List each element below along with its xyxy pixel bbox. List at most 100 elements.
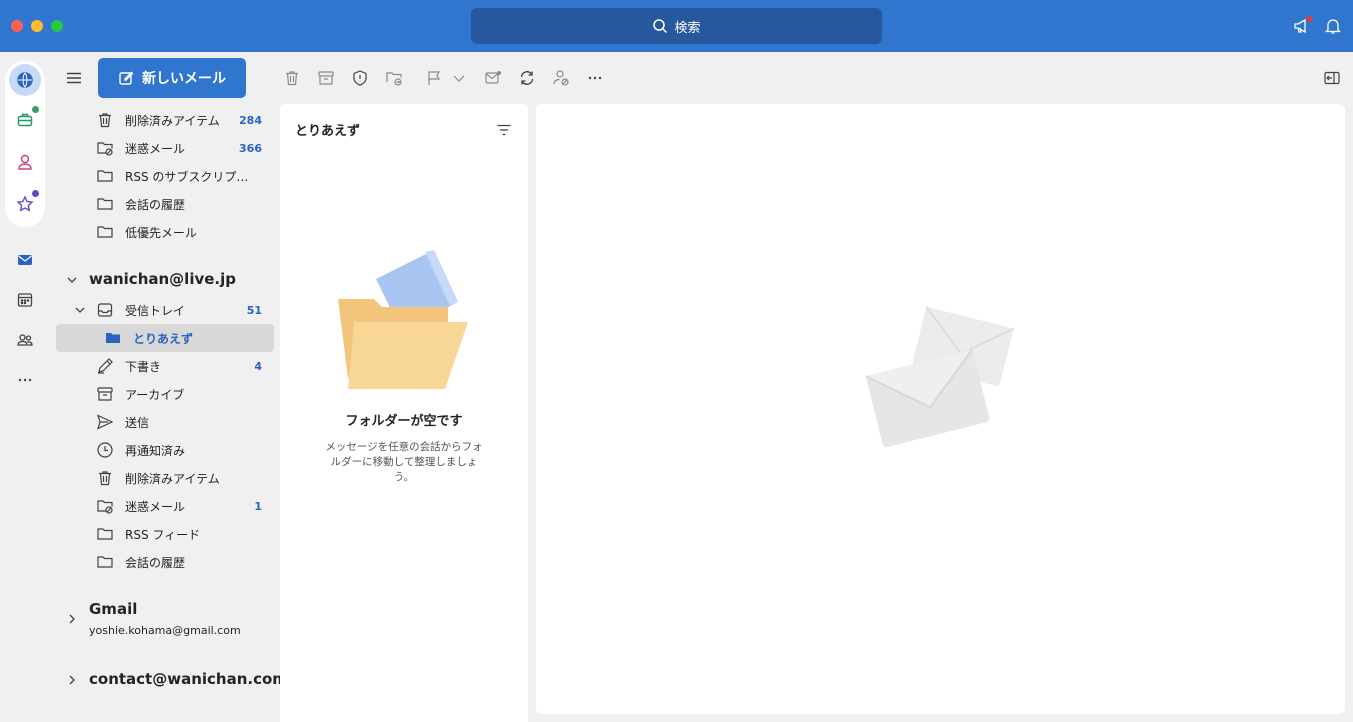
person-icon[interactable] bbox=[9, 146, 41, 178]
folder-label: 会話の履歴 bbox=[125, 197, 186, 212]
folder-item-conversation-history[interactable]: 会話の履歴 bbox=[56, 190, 274, 218]
search-placeholder: 検索 bbox=[674, 20, 701, 36]
zoom-window-button[interactable] bbox=[51, 20, 63, 32]
account-header-live[interactable]: wanichan@live.jp bbox=[56, 270, 274, 292]
folder-item-snoozed[interactable]: 再通知済み bbox=[56, 436, 274, 464]
clock-icon bbox=[96, 441, 114, 459]
unread-count: 1 bbox=[254, 499, 262, 513]
empty-folder-illustration bbox=[338, 250, 468, 389]
new-mail-button[interactable]: 新しいメール bbox=[98, 58, 246, 98]
message-list-pane: とりあえず フォルダーが空です メッセージを任意の会話からフォルダーに移動して整… bbox=[280, 104, 528, 722]
account-name: Gmail bbox=[89, 600, 138, 618]
notification-dot bbox=[1306, 16, 1312, 22]
folder-label: 削除済みアイテム bbox=[125, 113, 220, 128]
minimize-window-button[interactable] bbox=[31, 20, 43, 32]
people-icon[interactable] bbox=[9, 324, 41, 356]
folder-label: 再通知済み bbox=[125, 443, 186, 458]
empty-state-title: フォルダーが空です bbox=[345, 414, 463, 429]
mail-icon[interactable] bbox=[9, 244, 41, 276]
delete-icon[interactable] bbox=[282, 68, 302, 88]
chevron-right-icon bbox=[69, 675, 75, 685]
chevron-right-icon bbox=[69, 614, 75, 624]
account-header-gmail[interactable]: Gmail yoshie.kohama@gmail.com bbox=[56, 598, 274, 642]
status-dot bbox=[32, 190, 39, 197]
star-icon[interactable] bbox=[9, 188, 41, 220]
envelopes-illustration bbox=[865, 306, 1015, 447]
folder-label: 迷惑メール bbox=[125, 141, 186, 156]
folder-label: 削除済みアイテム bbox=[125, 471, 220, 486]
folder-item-toriaezu[interactable]: とりあえず bbox=[56, 324, 274, 352]
sync-icon[interactable] bbox=[517, 68, 537, 88]
folder-icon bbox=[96, 553, 114, 571]
inbox-icon bbox=[96, 301, 114, 319]
move-to-folder-icon[interactable] bbox=[384, 68, 404, 88]
app-rail bbox=[0, 52, 50, 722]
folder-item-deleted[interactable]: 削除済みアイテム bbox=[56, 464, 274, 492]
compose-icon bbox=[119, 71, 134, 85]
folder-icon bbox=[104, 329, 122, 347]
unread-count: 4 bbox=[254, 359, 262, 373]
folder-item-conversation-history[interactable]: 会話の履歴 bbox=[56, 548, 274, 576]
junk-folder-icon bbox=[96, 497, 114, 515]
unread-count: 51 bbox=[246, 303, 262, 317]
folder-item-drafts[interactable]: 下書き 4 bbox=[56, 352, 274, 380]
reading-pane bbox=[536, 104, 1345, 714]
briefcase-icon[interactable] bbox=[9, 104, 41, 136]
folder-item-rss-subscriptions[interactable]: RSS のサブスクリプション bbox=[56, 162, 274, 190]
archive-icon bbox=[96, 385, 114, 403]
junk-folder-icon bbox=[96, 139, 114, 157]
folder-pane: 新しいメール 削除済みアイテム 284 迷惑メール 366 RSS のサブスクリ… bbox=[50, 52, 280, 722]
more-options-icon[interactable] bbox=[585, 68, 605, 88]
unread-count: 284 bbox=[239, 113, 262, 127]
folder-label: 低優先メール bbox=[125, 225, 198, 240]
hamburger-menu-icon[interactable] bbox=[64, 68, 84, 88]
account-email: yoshie.kohama@gmail.com bbox=[89, 624, 241, 637]
folder-item-rss-feed[interactable]: RSS フィード bbox=[56, 520, 274, 548]
chevron-down-icon bbox=[67, 277, 77, 283]
collapse-pane-icon[interactable] bbox=[1322, 68, 1342, 88]
title-bar: 検索 bbox=[0, 0, 1353, 52]
send-icon bbox=[96, 413, 114, 431]
block-sender-icon[interactable] bbox=[551, 68, 571, 88]
folder-label: 下書き bbox=[125, 359, 162, 374]
folder-item-archive[interactable]: アーカイブ bbox=[56, 380, 274, 408]
filter-icon[interactable] bbox=[496, 122, 512, 138]
folder-item-deleted[interactable]: 削除済みアイテム 284 bbox=[56, 106, 274, 134]
flag-icon[interactable] bbox=[424, 68, 444, 88]
search-bar[interactable]: 検索 bbox=[471, 8, 882, 44]
globe-icon[interactable] bbox=[9, 64, 41, 96]
folder-label: アーカイブ bbox=[125, 387, 185, 402]
new-mail-label: 新しいメール bbox=[142, 71, 226, 87]
folder-item-low-priority[interactable]: 低優先メール bbox=[56, 218, 274, 246]
mark-unread-icon[interactable] bbox=[483, 68, 503, 88]
folder-label: RSS フィード bbox=[125, 527, 201, 542]
drafts-icon bbox=[96, 357, 114, 375]
search-icon bbox=[653, 19, 668, 34]
folder-item-inbox[interactable]: 受信トレイ 51 bbox=[56, 296, 274, 324]
calendar-icon[interactable] bbox=[9, 284, 41, 316]
chevron-down-icon[interactable] bbox=[449, 68, 469, 88]
unread-count: 366 bbox=[239, 141, 262, 155]
folder-item-sent[interactable]: 送信 bbox=[56, 408, 274, 436]
folder-label: 迷惑メール bbox=[125, 499, 186, 514]
bell-icon[interactable] bbox=[1322, 15, 1344, 37]
archive-icon[interactable] bbox=[316, 68, 336, 88]
chevron-down-icon[interactable] bbox=[74, 304, 86, 316]
folder-item-junk[interactable]: 迷惑メール 366 bbox=[56, 134, 274, 162]
folder-label: 送信 bbox=[125, 415, 150, 430]
close-window-button[interactable] bbox=[11, 20, 23, 32]
folder-item-junk[interactable]: 迷惑メール 1 bbox=[56, 492, 274, 520]
megaphone-icon[interactable] bbox=[1290, 15, 1312, 37]
account-name: contact@wanichan.com bbox=[89, 670, 280, 688]
folder-label: RSS のサブスクリプション bbox=[125, 169, 255, 184]
more-apps-icon[interactable] bbox=[9, 364, 41, 396]
account-header-contact[interactable]: contact@wanichan.com bbox=[56, 670, 280, 692]
trash-icon bbox=[96, 469, 114, 487]
folder-label: 会話の履歴 bbox=[125, 555, 186, 570]
folder-title: とりあえず bbox=[295, 124, 361, 139]
report-shield-icon[interactable] bbox=[350, 68, 370, 88]
status-dot bbox=[32, 106, 39, 113]
toolbar bbox=[280, 52, 1353, 104]
folder-label: 受信トレイ bbox=[125, 303, 186, 318]
folder-icon bbox=[96, 223, 114, 241]
